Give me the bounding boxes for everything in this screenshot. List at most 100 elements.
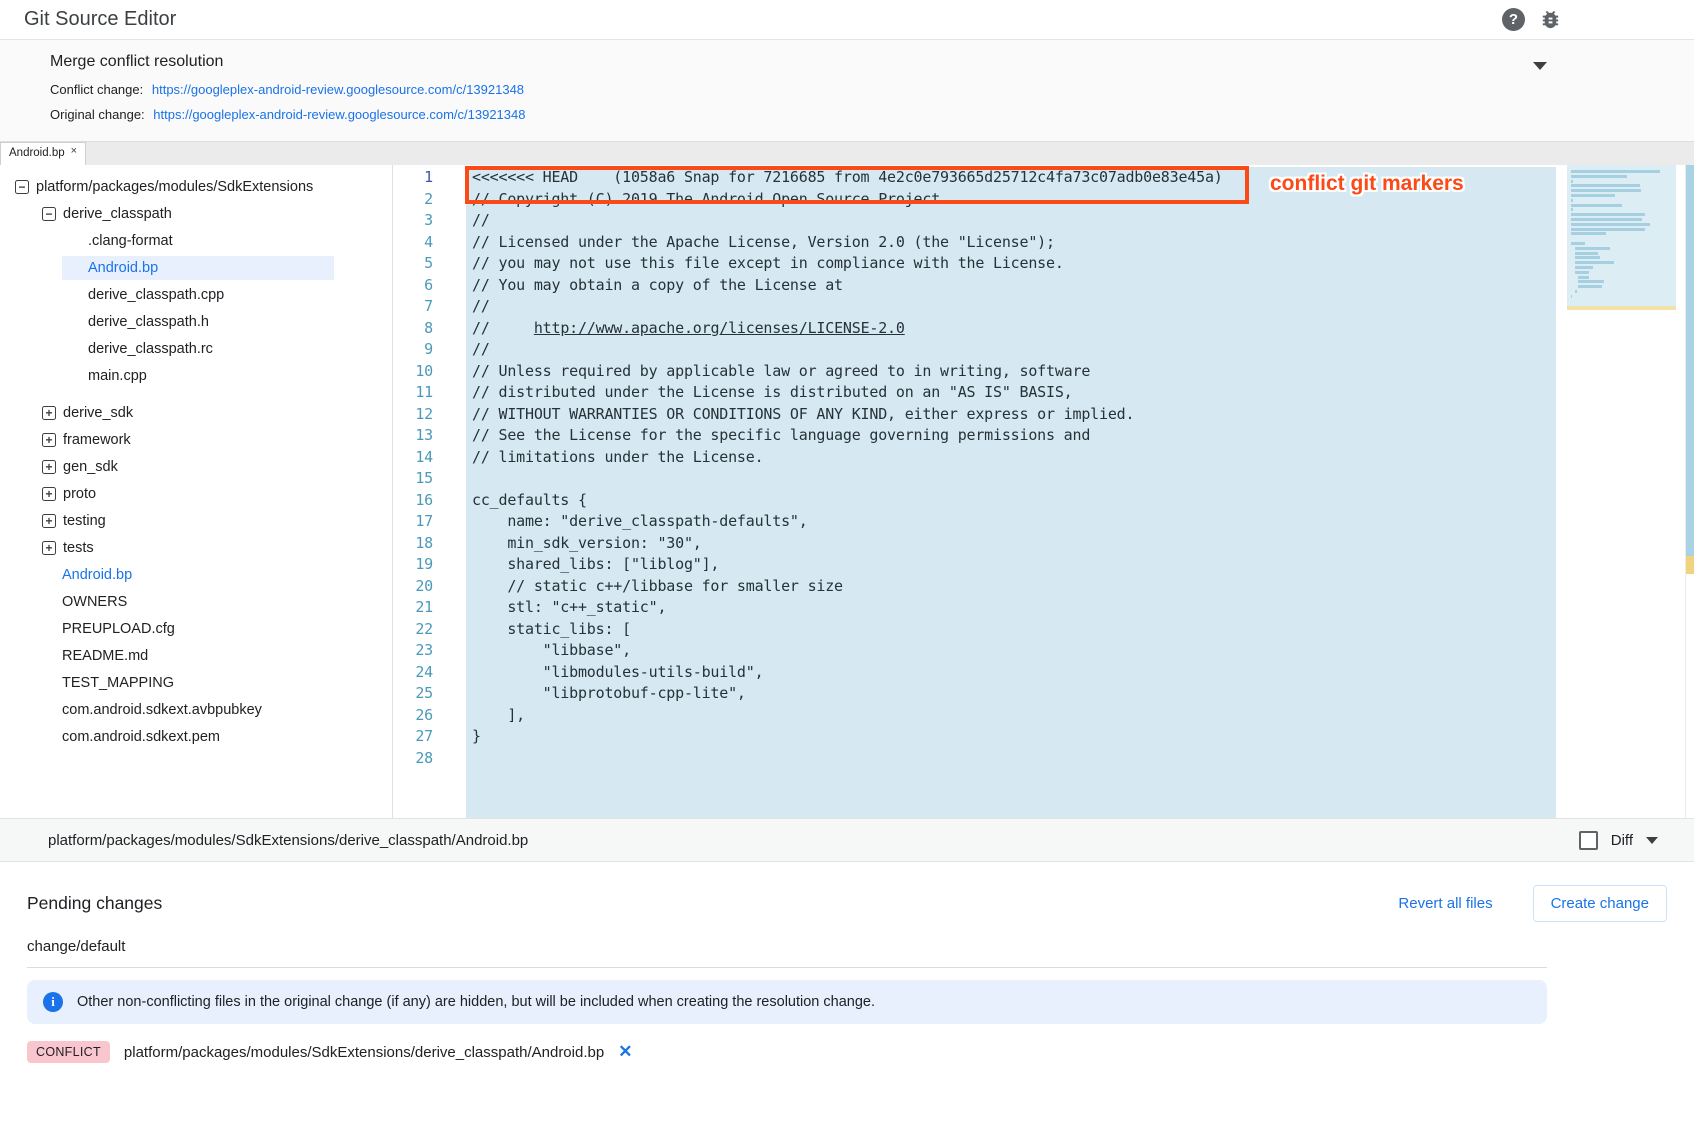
code-text: // See the License for the specific lang… xyxy=(466,425,1556,447)
code-line-3[interactable]: 3// xyxy=(393,210,1556,232)
remove-file-icon[interactable]: ✕ xyxy=(618,1042,632,1062)
code-line-24[interactable]: 24 "libmodules-utils-build", xyxy=(393,662,1556,684)
tree-item-derive-classpath-h[interactable]: derive_classpath.h xyxy=(0,308,392,335)
code-line-8[interactable]: 8// http://www.apache.org/licenses/LICEN… xyxy=(393,318,1556,340)
gutter-gap xyxy=(433,210,466,232)
code-text: // xyxy=(466,339,1556,361)
tree-item-tests[interactable]: +tests xyxy=(0,534,392,561)
collapse-panel-caret-icon[interactable] xyxy=(1533,62,1547,70)
code-line-17[interactable]: 17 name: "derive_classpath-defaults", xyxy=(393,511,1556,533)
line-number: 20 xyxy=(393,576,433,598)
code-line-20[interactable]: 20 // static c++/libbase for smaller siz… xyxy=(393,576,1556,598)
revert-all-files-button[interactable]: Revert all files xyxy=(1398,895,1492,912)
code-text: } xyxy=(466,726,1556,748)
code-line-14[interactable]: 14// limitations under the License. xyxy=(393,447,1556,469)
code-line-4[interactable]: 4 // Licensed under the Apache License, V… xyxy=(393,232,1556,254)
tree-item-readme-md[interactable]: README.md xyxy=(0,642,392,669)
tree-item-derive-sdk[interactable]: +derive_sdk xyxy=(0,399,392,426)
create-change-button[interactable]: Create change xyxy=(1533,885,1667,922)
tree-item-android-bp[interactable]: Android.bp xyxy=(0,254,392,281)
code-lines[interactable]: 1<<<<<<< HEAD (1058a6 Snap for 7216685 f… xyxy=(393,167,1556,818)
tree-item-owners[interactable]: OWNERS xyxy=(0,588,392,615)
code-line-13[interactable]: 13// See the License for the specific la… xyxy=(393,425,1556,447)
code-line-21[interactable]: 21 stl: "c++_static", xyxy=(393,597,1556,619)
tree-item-test-mapping[interactable]: TEST_MAPPING xyxy=(0,669,392,696)
tree-item-android-bp[interactable]: Android.bp xyxy=(0,561,392,588)
tree-item-gen-sdk[interactable]: +gen_sdk xyxy=(0,453,392,480)
editor-overview-ruler[interactable] xyxy=(1685,165,1694,818)
code-text: ], xyxy=(466,705,1556,727)
expand-toggle-icon[interactable]: + xyxy=(42,514,56,528)
tree-item--clang-format[interactable]: .clang-format xyxy=(0,227,392,254)
bug-report-icon[interactable] xyxy=(1539,8,1562,31)
pending-changes-title: Pending changes xyxy=(27,893,1398,914)
editor-minimap[interactable] xyxy=(1567,165,1676,818)
code-line-26[interactable]: 26 ], xyxy=(393,705,1556,727)
code-line-5[interactable]: 5// you may not use this file except in … xyxy=(393,253,1556,275)
diff-checkbox[interactable] xyxy=(1579,831,1598,850)
tree-item-proto[interactable]: +proto xyxy=(0,480,392,507)
tree-item-label: derive_classpath xyxy=(63,206,172,222)
code-text: // Licensed under the Apache License, Ve… xyxy=(466,232,1556,254)
tree-item-com-android-sdkext-pem[interactable]: com.android.sdkext.pem xyxy=(0,723,392,750)
expand-toggle-icon[interactable]: + xyxy=(42,406,56,420)
tree-item-com-android-sdkext-avbpubkey[interactable]: com.android.sdkext.avbpubkey xyxy=(0,696,392,723)
expand-toggle-icon[interactable]: + xyxy=(42,487,56,501)
tree-item-label: README.md xyxy=(62,648,148,664)
gutter-gap xyxy=(433,275,466,297)
code-text: // You may obtain a copy of the License … xyxy=(466,275,1556,297)
tree-item-derive-classpath[interactable]: −derive_classpath xyxy=(0,200,392,227)
tree-item-label: com.android.sdkext.pem xyxy=(62,729,220,745)
code-line-16[interactable]: 16cc_defaults { xyxy=(393,490,1556,512)
expand-toggle-icon[interactable]: + xyxy=(42,433,56,447)
tab-close-icon[interactable]: × xyxy=(71,145,77,163)
line-number: 4 xyxy=(393,232,433,254)
tree-item-label: com.android.sdkext.avbpubkey xyxy=(62,702,262,718)
tree-item-derive-classpath-rc[interactable]: derive_classpath.rc xyxy=(0,335,392,362)
collapse-toggle-icon[interactable]: − xyxy=(42,207,56,221)
tree-item-main-cpp[interactable]: main.cpp xyxy=(0,362,392,389)
collapse-toggle-icon[interactable]: − xyxy=(15,180,29,194)
code-line-9[interactable]: 9 // xyxy=(393,339,1556,361)
code-line-12[interactable]: 12// WITHOUT WARRANTIES OR CONDITIONS OF… xyxy=(393,404,1556,426)
diff-label[interactable]: Diff xyxy=(1611,832,1633,849)
code-line-7[interactable]: 7// xyxy=(393,296,1556,318)
code-line-27[interactable]: 27} xyxy=(393,726,1556,748)
code-line-15[interactable]: 15 xyxy=(393,468,1556,490)
code-text: // xyxy=(466,210,1556,232)
code-line-18[interactable]: 18 min_sdk_version: "30", xyxy=(393,533,1556,555)
help-icon[interactable]: ? xyxy=(1502,8,1525,31)
tree-item-preupload-cfg[interactable]: PREUPLOAD.cfg xyxy=(0,615,392,642)
code-line-25[interactable]: 25 "libprotobuf-cpp-lite", xyxy=(393,683,1556,705)
tree-item-platform-packages-modules-sdkextensions[interactable]: −platform/packages/modules/SdkExtensions xyxy=(0,173,392,200)
tree-item-derive-classpath-cpp[interactable]: derive_classpath.cpp xyxy=(0,281,392,308)
code-text: // xyxy=(466,296,1556,318)
line-number: 9 xyxy=(393,339,433,361)
tree-item-label: TEST_MAPPING xyxy=(62,675,174,691)
conflict-change-link[interactable]: https://googleplex-android-review.google… xyxy=(152,82,524,97)
expand-toggle-icon[interactable]: + xyxy=(42,541,56,555)
code-text: stl: "c++_static", xyxy=(466,597,1556,619)
code-editor[interactable]: 1<<<<<<< HEAD (1058a6 Snap for 7216685 f… xyxy=(393,165,1694,818)
code-line-1[interactable]: 1<<<<<<< HEAD (1058a6 Snap for 7216685 f… xyxy=(393,167,1556,189)
gutter-gap xyxy=(433,253,466,275)
tree-item-testing[interactable]: +testing xyxy=(0,507,392,534)
code-line-22[interactable]: 22 static_libs: [ xyxy=(393,619,1556,641)
code-line-23[interactable]: 23 "libbase", xyxy=(393,640,1556,662)
line-number: 22 xyxy=(393,619,433,641)
expand-toggle-icon[interactable]: + xyxy=(42,460,56,474)
code-line-28[interactable]: 28 xyxy=(393,748,1556,770)
code-line-11[interactable]: 11// distributed under the License is di… xyxy=(393,382,1556,404)
original-change-link[interactable]: https://googleplex-android-review.google… xyxy=(153,107,525,122)
code-line-6[interactable]: 6// You may obtain a copy of the License… xyxy=(393,275,1556,297)
diff-caret-icon[interactable] xyxy=(1646,837,1658,844)
tree-item-framework[interactable]: +framework xyxy=(0,426,392,453)
code-line-2[interactable]: 2// Copyright (C) 2019 The Android Open … xyxy=(393,189,1556,211)
gutter-gap xyxy=(433,167,466,189)
change-branch-label: change/default xyxy=(27,938,1667,955)
code-text: <<<<<<< HEAD (1058a6 Snap for 7216685 fr… xyxy=(466,167,1556,189)
tab-android-bp[interactable]: Android.bp × xyxy=(0,142,86,165)
code-line-19[interactable]: 19 shared_libs: ["liblog"], xyxy=(393,554,1556,576)
conflict-change-label: Conflict change: xyxy=(50,82,143,97)
code-line-10[interactable]: 10// Unless required by applicable law o… xyxy=(393,361,1556,383)
